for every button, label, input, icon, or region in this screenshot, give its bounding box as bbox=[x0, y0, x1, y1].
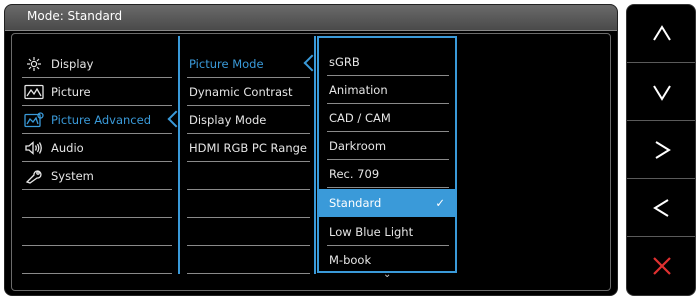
submenu-item-dynamic-contrast[interactable]: Dynamic Contrast bbox=[187, 78, 310, 106]
title-bar: Mode: Standard bbox=[5, 5, 617, 31]
down-key[interactable] bbox=[627, 63, 695, 121]
right-key[interactable] bbox=[627, 121, 695, 179]
option-rec-709[interactable]: Rec. 709 bbox=[327, 160, 449, 188]
submenu-item-empty bbox=[187, 190, 310, 218]
submenu-item-picture-mode[interactable]: Picture Mode bbox=[187, 50, 310, 78]
menu-item-empty bbox=[22, 190, 172, 218]
column-divider bbox=[314, 36, 316, 274]
submenu-item-empty bbox=[187, 218, 310, 246]
menu-item-audio[interactable]: Audio bbox=[22, 134, 172, 162]
audio-icon bbox=[25, 141, 42, 155]
option-label: M-book bbox=[329, 253, 372, 267]
menu-item-system[interactable]: System bbox=[22, 162, 172, 190]
submenu-item-display-mode[interactable]: Display Mode bbox=[187, 106, 310, 134]
submenu-item-label: Dynamic Contrast bbox=[189, 85, 293, 99]
checkmark-icon: ✓ bbox=[435, 196, 445, 210]
option-label: Standard bbox=[329, 196, 382, 210]
submenu-item-empty bbox=[187, 246, 310, 274]
menu-item-label: System bbox=[51, 169, 94, 183]
option-label: sGRB bbox=[329, 55, 360, 69]
system-icon bbox=[25, 170, 42, 184]
right-icon bbox=[655, 140, 671, 159]
option-darkroom[interactable]: Darkroom bbox=[327, 132, 449, 160]
option-label: CAD / CAM bbox=[329, 111, 391, 125]
close-key[interactable] bbox=[627, 237, 695, 295]
menu-item-empty bbox=[22, 246, 172, 274]
menu-item-label: Display bbox=[51, 57, 94, 71]
menu-item-display[interactable]: Display bbox=[22, 50, 172, 78]
submenu-item-label: Picture Mode bbox=[189, 57, 264, 71]
menu-item-picture-advanced[interactable]: Picture Advanced bbox=[22, 106, 172, 134]
submenu-item-empty bbox=[187, 162, 310, 190]
display-icon bbox=[27, 57, 41, 71]
option-label: Animation bbox=[329, 83, 388, 97]
menu-item-picture[interactable]: Picture bbox=[22, 78, 172, 106]
menu-item-label: Audio bbox=[51, 141, 84, 155]
option-label: Rec. 709 bbox=[329, 167, 380, 181]
menu-item-label: Picture Advanced bbox=[51, 113, 152, 127]
option-label: Darkroom bbox=[329, 139, 387, 153]
column-divider bbox=[178, 36, 180, 274]
picture-icon bbox=[24, 84, 44, 100]
picture-advanced-icon bbox=[24, 112, 44, 128]
left-icon bbox=[653, 198, 669, 217]
option-animation[interactable]: Animation bbox=[327, 76, 449, 104]
menu-item-label: Picture bbox=[51, 85, 91, 99]
submenu-item-hdmi-rgb-pc-range[interactable]: HDMI RGB PC Range bbox=[187, 134, 310, 162]
up-key[interactable] bbox=[627, 5, 695, 63]
scroll-down-icon[interactable]: ⌄ bbox=[383, 269, 391, 280]
option-cad-cam[interactable]: CAD / CAM bbox=[327, 104, 449, 132]
left-key[interactable] bbox=[627, 179, 695, 237]
up-icon bbox=[653, 24, 671, 41]
option-standard[interactable]: Standard ✓ bbox=[319, 189, 455, 217]
option-low-blue-light[interactable]: Low Blue Light bbox=[327, 218, 449, 246]
hotkey-panel bbox=[626, 4, 696, 296]
submenu-item-label: Display Mode bbox=[189, 113, 267, 127]
option-srgb[interactable]: sGRB bbox=[327, 48, 449, 76]
down-icon bbox=[653, 84, 671, 101]
close-icon bbox=[653, 257, 671, 275]
mode-title: Mode: Standard bbox=[27, 9, 123, 23]
option-label: Low Blue Light bbox=[329, 225, 414, 239]
menu-item-empty bbox=[22, 218, 172, 246]
submenu-item-label: HDMI RGB PC Range bbox=[189, 141, 307, 155]
